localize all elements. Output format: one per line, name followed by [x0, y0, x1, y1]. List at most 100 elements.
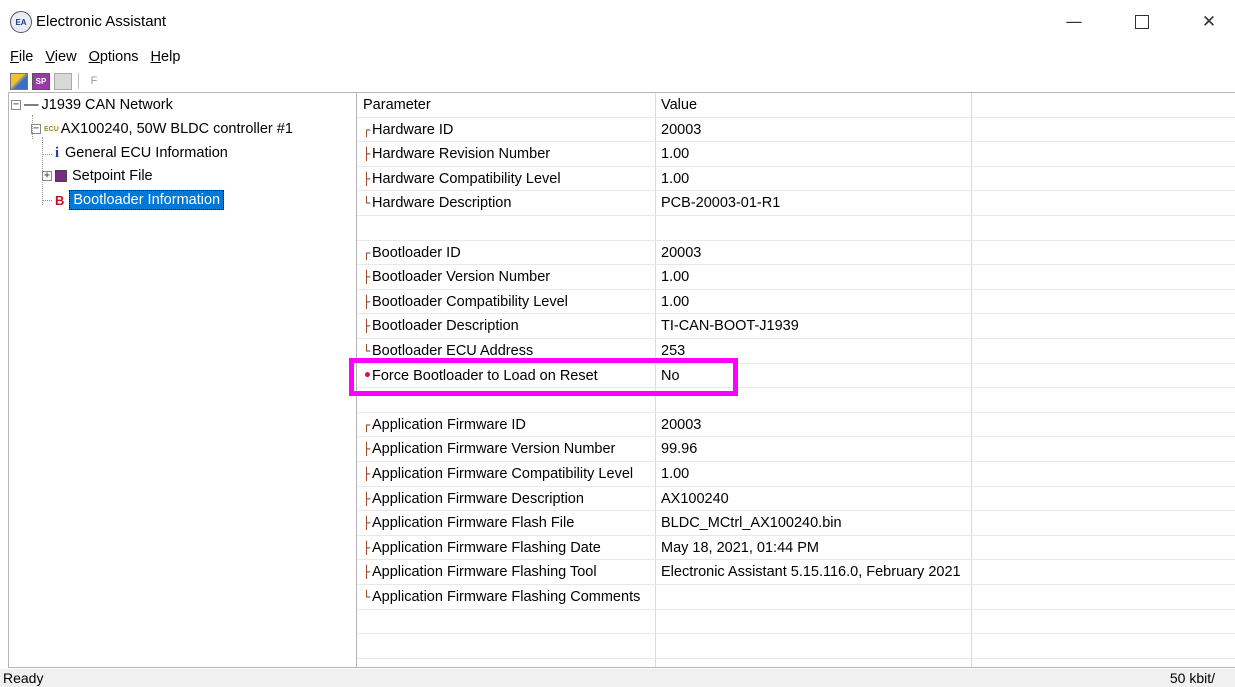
column-header-value[interactable]: Value: [661, 93, 697, 117]
table-row[interactable]: ┌ Hardware ID 20003: [357, 118, 1235, 143]
group-bracket-icon: ┌: [363, 417, 371, 432]
parameter-cell: ├ Bootloader Version Number: [363, 265, 550, 289]
parameter-cell: [363, 388, 372, 412]
toolbar: SP F: [0, 70, 1235, 92]
table-row[interactable]: ├ Application Firmware Compatibility Leve…: [357, 462, 1235, 487]
parameter-cell: ├ Hardware Compatibility Level: [363, 167, 561, 191]
tree-item-j1939-network[interactable]: − — J1939 CAN Network: [11, 94, 173, 116]
value-cell: 20003: [661, 416, 702, 433]
bootloader-icon: B: [55, 192, 65, 208]
value-cell: Electronic Assistant 5.15.116.0, Februar…: [661, 564, 961, 581]
table-row[interactable]: [357, 216, 1235, 241]
group-bracket-icon: ├: [363, 516, 371, 531]
parameter-cell: • Force Bootloader to Load on Reset: [363, 364, 598, 388]
value-cell: BLDC_MCtrl_AX100240.bin: [661, 515, 842, 532]
table-row[interactable]: ├ Application Firmware Flashing Date May 1…: [357, 536, 1235, 561]
parameter-label: Application Firmware Flashing Date: [372, 539, 601, 556]
table-row[interactable]: ├ Application Firmware Flashing Tool Elect…: [357, 560, 1235, 585]
parameter-label: Application Firmware Description: [372, 490, 584, 507]
value-cell: 1.00: [661, 146, 690, 163]
flash-button[interactable]: F: [85, 73, 103, 90]
group-bracket-icon: ├: [363, 491, 371, 506]
group-bracket-icon: ├: [363, 147, 371, 162]
parameter-grid[interactable]: Parameter Value ┌ Hardware ID 20003 ├ Hardwa…: [357, 92, 1235, 684]
column-header-parameter[interactable]: Parameter: [363, 93, 431, 117]
value-cell: 20003: [661, 244, 702, 261]
network-tree[interactable]: − — J1939 CAN Network − ECU AX100240, 50…: [8, 92, 357, 668]
parameter-label: Force Bootloader to Load on Reset: [372, 367, 598, 384]
title-bar: EA Electronic Assistant — ✕: [0, 0, 1235, 44]
group-bracket-icon: ┌: [363, 245, 371, 260]
group-bracket-icon: ┌: [363, 122, 371, 137]
menu-help[interactable]: Help: [151, 49, 181, 65]
parameter-cell: ├ Application Firmware Version Number: [363, 437, 615, 461]
table-row[interactable]: ├ Bootloader Description TI-CAN-BOOT-J1939: [357, 314, 1235, 339]
expand-icon[interactable]: +: [42, 171, 52, 181]
table-row[interactable]: [357, 610, 1235, 635]
table-row[interactable]: └ Hardware Description PCB-20003-01-R1: [357, 191, 1235, 216]
table-row[interactable]: ┌ Application Firmware ID 20003: [357, 413, 1235, 438]
table-row[interactable]: [357, 634, 1235, 659]
parameter-cell: ├ Application Firmware Description: [363, 487, 584, 511]
parameter-label: Hardware Compatibility Level: [372, 170, 561, 187]
window-title: Electronic Assistant: [36, 13, 167, 30]
close-button[interactable]: ✕: [1186, 6, 1232, 38]
menu-bar: File View Options Help: [0, 44, 1235, 70]
table-row[interactable]: ┌ Bootloader ID 20003: [357, 241, 1235, 266]
value-cell: 20003: [661, 121, 702, 138]
tree-item-setpoint-file[interactable]: + Setpoint File: [42, 165, 153, 187]
group-bracket-icon: ├: [363, 171, 371, 186]
connect-network-icon[interactable]: [10, 72, 28, 90]
status-text: Ready: [3, 670, 44, 686]
table-row[interactable]: └ Bootloader ECU Address 253: [357, 339, 1235, 364]
tree-item-bootloader-information[interactable]: B Bootloader Information: [55, 189, 225, 211]
group-bracket-icon: └: [363, 196, 371, 211]
parameter-cell: ├ Hardware Revision Number: [363, 142, 550, 166]
parameter-cell: ├ Application Firmware Compatibility Leve…: [363, 462, 633, 486]
menu-file[interactable]: File: [10, 49, 33, 65]
tree-item-ecu[interactable]: − ECU AX100240, 50W BLDC controller #1: [31, 118, 293, 140]
group-bracket-icon: ├: [363, 270, 371, 285]
table-row[interactable]: ├ Hardware Compatibility Level 1.00: [357, 167, 1235, 192]
table-row[interactable]: [357, 388, 1235, 413]
group-bracket-icon: └: [363, 344, 371, 358]
grid-header: Parameter Value: [357, 93, 1235, 118]
parameter-cell: [363, 216, 372, 240]
table-row[interactable]: ├ Bootloader Compatibility Level 1.00: [357, 290, 1235, 315]
baud-rate-text: 50 kbit/: [1169, 670, 1215, 686]
collapse-icon[interactable]: −: [31, 124, 41, 134]
menu-view[interactable]: View: [45, 49, 76, 65]
value-cell: 1.00: [661, 170, 690, 187]
parameter-label: Hardware Description: [372, 195, 512, 212]
parameter-cell: └ Application Firmware Flashing Comments: [363, 585, 640, 609]
value-cell: 1.00: [661, 269, 690, 286]
parameter-label: Application Firmware Compatibility Level: [372, 466, 634, 482]
setpoint-file-icon[interactable]: SP: [32, 72, 50, 90]
parameter-label: Bootloader ID: [372, 244, 461, 261]
table-row[interactable]: ├ Application Firmware Description AX10024…: [357, 487, 1235, 512]
parameter-cell: └ Hardware Description: [363, 191, 511, 215]
value-cell: May 18, 2021, 01:44 PM: [661, 539, 819, 556]
table-row[interactable]: ├ Bootloader Version Number 1.00: [357, 265, 1235, 290]
save-disabled-icon[interactable]: [54, 72, 72, 90]
tree-item-label: AX100240, 50W BLDC controller #1: [60, 121, 293, 137]
tree-item-label-selected: Bootloader Information: [69, 190, 225, 210]
table-row[interactable]: ├ Application Firmware Flash File BLDC_MCt…: [357, 511, 1235, 536]
parameter-label: Hardware ID: [372, 121, 454, 138]
parameter-label: Bootloader Version Number: [372, 269, 551, 286]
menu-options[interactable]: Options: [89, 49, 139, 65]
table-row[interactable]: ├ Hardware Revision Number 1.00: [357, 142, 1235, 167]
group-bracket-icon: ├: [363, 565, 371, 580]
minimize-button[interactable]: —: [1051, 6, 1097, 38]
value-cell: No: [661, 367, 680, 384]
tree-item-general-ecu-information[interactable]: i General ECU Information: [55, 142, 228, 164]
maximize-button[interactable]: [1119, 6, 1165, 38]
collapse-icon[interactable]: −: [11, 100, 21, 110]
table-row[interactable]: ├ Application Firmware Version Number 99.9…: [357, 437, 1235, 462]
table-row[interactable]: └ Application Firmware Flashing Comments: [357, 585, 1235, 610]
maximize-icon: [1135, 15, 1149, 29]
parameter-cell: [363, 634, 372, 658]
changed-indicator-icon: •: [363, 367, 372, 384]
table-row[interactable]: • Force Bootloader to Load on Reset No: [357, 364, 1235, 389]
parameter-label: Application Firmware Flashing Comments: [372, 589, 641, 605]
